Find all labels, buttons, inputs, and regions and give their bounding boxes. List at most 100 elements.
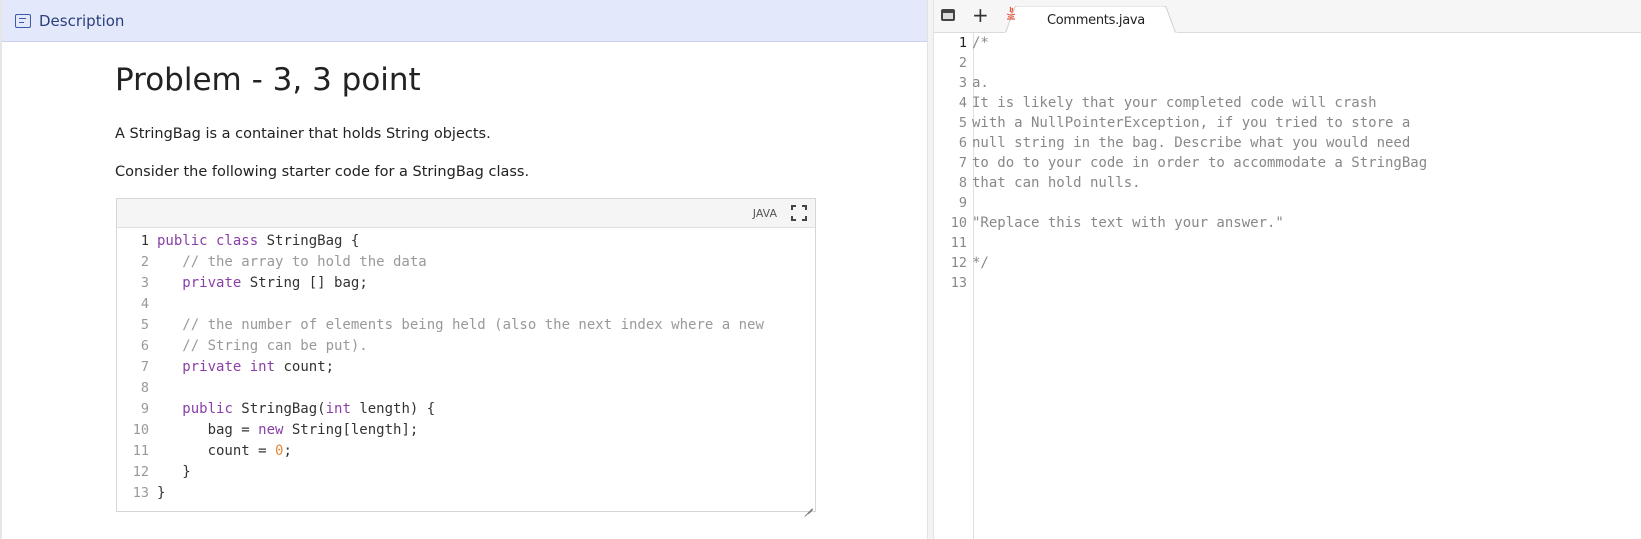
code-line: 9 public StringBag(int length) { bbox=[117, 399, 815, 420]
description-header-label: Description bbox=[39, 11, 125, 30]
editor-line-text: */ bbox=[972, 255, 989, 271]
code-text: count = 0; bbox=[157, 443, 292, 459]
code-text: // the number of elements being held (al… bbox=[157, 317, 764, 333]
starter-code-block: JAVA 1 public class StringBag { 2 // the a… bbox=[116, 198, 816, 512]
code-token: private bbox=[182, 359, 242, 375]
code-line: 3 private String [] bag; bbox=[117, 273, 815, 294]
line-number: 12 bbox=[132, 464, 149, 480]
code-token: StringBag { bbox=[258, 233, 360, 249]
code-token: int bbox=[249, 359, 276, 375]
code-text: public class StringBag { bbox=[157, 233, 359, 249]
language-label: JAVA bbox=[752, 207, 777, 220]
editor-line-number: 4 bbox=[958, 95, 967, 111]
editor-line-number: 5 bbox=[958, 115, 967, 131]
line-number: 7 bbox=[140, 359, 149, 375]
editor-line[interactable]: 6 null string in the bag. Describe what y… bbox=[934, 133, 1410, 154]
add-tab-button[interactable]: + bbox=[972, 3, 989, 27]
line-number: 1 bbox=[140, 233, 149, 249]
description-header[interactable]: Description bbox=[2, 0, 927, 42]
editor-line-number: 3 bbox=[958, 75, 967, 91]
editor-line-text: /* bbox=[972, 35, 989, 51]
editor-line[interactable]: 2 bbox=[934, 53, 972, 74]
editor-line-text: that can hold nulls. bbox=[972, 175, 1141, 191]
editor-line-number: 2 bbox=[958, 55, 967, 71]
code-editor[interactable]: 1 /* 2 3 a. 4 It is likely that your completed… bbox=[934, 33, 1641, 539]
line-number: 5 bbox=[140, 317, 149, 333]
code-line: 7 private int count; bbox=[117, 357, 815, 378]
editor-line[interactable]: 8 that can hold nulls. bbox=[934, 173, 1141, 194]
description-pane: Description Problem - 3, 3 point A Strin… bbox=[0, 0, 927, 539]
file-tab[interactable]: Comments.java bbox=[1005, 6, 1177, 34]
editor-line-number: 11 bbox=[950, 235, 967, 251]
editor-line[interactable]: 10 "Replace this text with your answer." bbox=[934, 213, 1284, 234]
line-number: 10 bbox=[132, 422, 149, 438]
editor-line[interactable]: 3 a. bbox=[934, 73, 989, 94]
file-tab-label: Comments.java bbox=[1047, 13, 1145, 28]
code-toolbar: JAVA bbox=[117, 199, 815, 228]
code-token: int bbox=[325, 401, 351, 417]
code-token: String[length]; bbox=[283, 422, 419, 438]
line-number: 9 bbox=[140, 401, 149, 417]
problem-paragraph: Consider the following starter code for … bbox=[115, 164, 530, 180]
editor-line-text: null string in the bag. Describe what yo… bbox=[972, 135, 1411, 151]
code-line: 8 bbox=[117, 378, 815, 399]
editor-line[interactable]: 9 bbox=[934, 193, 972, 214]
editor-line-number: 13 bbox=[950, 275, 967, 291]
code-token: private bbox=[182, 275, 242, 291]
description-icon bbox=[15, 13, 31, 28]
code-lines: 1 public class StringBag { 2 // the array … bbox=[117, 228, 815, 512]
code-text: private String [] bag; bbox=[157, 275, 367, 291]
editor-line-number: 7 bbox=[958, 155, 967, 171]
java-icon bbox=[1006, 6, 1016, 20]
editor-line[interactable]: 4 It is likely that your completed code w… bbox=[934, 93, 1377, 114]
code-token: } bbox=[157, 485, 166, 501]
editor-line-number: 6 bbox=[958, 135, 967, 151]
terminal-icon[interactable] bbox=[941, 9, 955, 21]
line-number: 4 bbox=[140, 296, 149, 312]
resize-handle-icon[interactable] bbox=[804, 500, 813, 509]
pane-divider[interactable] bbox=[927, 0, 934, 539]
editor-line-number: 8 bbox=[958, 175, 967, 191]
code-token: StringBag( bbox=[232, 401, 326, 417]
editor-tab-bar: + Comments.java bbox=[934, 0, 1641, 34]
editor-line-text: "Replace this text with your answer." bbox=[972, 215, 1284, 231]
editor-line-text: with a NullPointerException, if you trie… bbox=[972, 115, 1411, 131]
code-token: new bbox=[258, 422, 284, 438]
line-number: 2 bbox=[140, 254, 149, 270]
code-token: public class bbox=[157, 233, 259, 249]
code-token: // String can be put). bbox=[157, 338, 368, 354]
code-line: 6 // String can be put). bbox=[117, 336, 815, 357]
code-line: 12 } bbox=[117, 462, 815, 483]
fullscreen-icon[interactable] bbox=[791, 205, 807, 221]
code-token: length) { bbox=[350, 401, 436, 417]
editor-line[interactable]: 11 bbox=[934, 233, 972, 254]
code-line: 5 // the number of elements being held (… bbox=[117, 315, 815, 336]
editor-line[interactable]: 7 to do to your code in order to accommod… bbox=[934, 153, 1427, 174]
editor-line-text: to do to your code in order to accommoda… bbox=[972, 155, 1428, 171]
code-token: count; bbox=[275, 359, 335, 375]
problem-paragraph: A StringBag is a container that holds St… bbox=[115, 126, 491, 142]
line-number: 6 bbox=[140, 338, 149, 354]
editor-line[interactable]: 1 /* bbox=[934, 33, 989, 54]
code-token: public bbox=[182, 401, 233, 417]
line-number: 11 bbox=[132, 443, 149, 459]
editor-pane: + Comments.java 1 /* 2 3 a. 4 It is likely tha… bbox=[934, 0, 1641, 539]
editor-line[interactable]: 13 bbox=[934, 273, 972, 294]
code-text: // the array to hold the data bbox=[157, 254, 426, 270]
code-line: 4 bbox=[117, 294, 815, 315]
editor-line[interactable]: 12 */ bbox=[934, 253, 989, 274]
code-line: 2 // the array to hold the data bbox=[117, 252, 815, 273]
problem-title: Problem - 3, 3 point bbox=[115, 62, 421, 98]
code-line: 13} bbox=[117, 483, 815, 504]
code-line: 10 bag = new String[length]; bbox=[117, 420, 815, 441]
code-token: bag = bbox=[157, 422, 259, 438]
line-number: 3 bbox=[140, 275, 149, 291]
line-number: 8 bbox=[140, 380, 149, 396]
editor-line[interactable]: 5 with a NullPointerException, if you tri… bbox=[934, 113, 1410, 134]
editor-line-text: It is likely that your completed code wi… bbox=[972, 95, 1377, 111]
code-text: } bbox=[157, 485, 165, 501]
